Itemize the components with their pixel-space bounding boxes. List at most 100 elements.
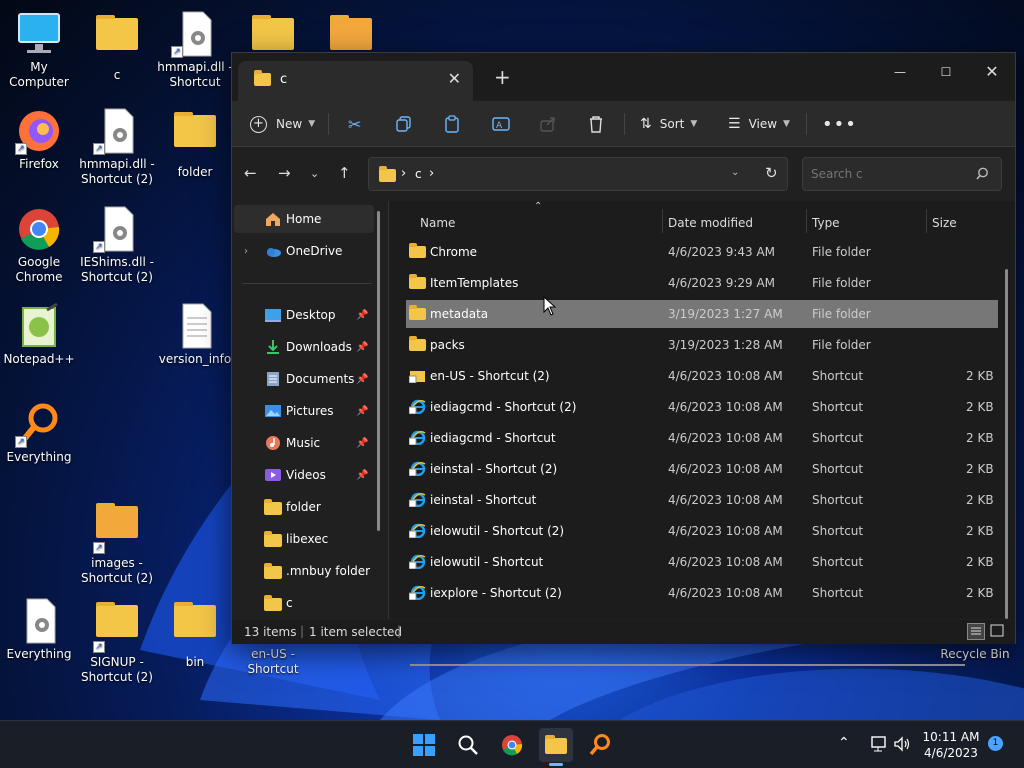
pin-icon[interactable]: 📌 — [356, 470, 368, 481]
close-tab-icon[interactable]: ✕ — [448, 69, 461, 88]
new-button[interactable]: + New ▼ — [250, 111, 315, 137]
up-button[interactable]: ↑ — [338, 164, 351, 182]
recent-locations-button[interactable]: ⌄ — [310, 167, 319, 180]
desktop-icon-ieshims-shortcut[interactable]: ↗ IEShims.dll - Shortcut (2) — [78, 205, 156, 285]
pin-icon[interactable]: 📌 — [356, 438, 368, 449]
nav-item-libexec[interactable]: libexec — [234, 525, 374, 553]
table-row[interactable]: packs 3/19/2023 1:28 AM File folder — [406, 331, 998, 359]
column-divider[interactable] — [662, 209, 663, 233]
cut-button[interactable]: ✂ — [348, 111, 361, 137]
nav-item-videos[interactable]: Videos 📌 — [234, 461, 374, 489]
show-hidden-icons-button[interactable]: ⌃ — [838, 735, 850, 751]
close-window-button[interactable]: ✕ — [969, 57, 1015, 87]
pin-icon[interactable]: 📌 — [356, 310, 368, 321]
nav-item-folder[interactable]: folder — [234, 493, 374, 521]
nav-scrollbar[interactable] — [377, 211, 380, 531]
taskbar-file-explorer-button[interactable] — [539, 728, 573, 766]
table-row[interactable]: Chrome 4/6/2023 9:43 AM File folder — [406, 238, 998, 266]
table-row[interactable]: ieinstal - Shortcut (2) 4/6/2023 10:08 AM… — [406, 455, 998, 483]
nav-item-pictures[interactable]: Pictures 📌 — [234, 397, 374, 425]
taskbar-everything-button[interactable] — [583, 728, 617, 762]
table-row[interactable]: iediagcmd - Shortcut 4/6/2023 10:08 AM Sho… — [406, 424, 998, 452]
horizontal-scrollbar[interactable] — [410, 664, 965, 666]
desktop-icon-chrome[interactable]: Google Chrome — [0, 205, 78, 285]
minimize-button[interactable]: — — [877, 57, 923, 87]
share-button[interactable] — [540, 111, 556, 137]
table-row[interactable]: ItemTemplates 4/6/2023 9:29 AM File folder — [406, 269, 998, 297]
column-divider[interactable] — [926, 209, 927, 233]
column-header-name[interactable]: Name — [420, 209, 660, 237]
desktop-icon-bin[interactable]: bin — [156, 597, 234, 670]
tab-c[interactable]: c ✕ — [238, 61, 473, 101]
tiles-view-button[interactable] — [989, 623, 1007, 640]
forward-button[interactable]: → — [278, 164, 291, 182]
table-row[interactable]: iexplore - Shortcut (2) 4/6/2023 10:08 AM… — [406, 579, 998, 607]
more-options-button[interactable]: ••• — [822, 111, 857, 137]
table-row[interactable]: ieinstal - Shortcut 4/6/2023 10:08 AM Shor… — [406, 486, 998, 514]
column-header-size[interactable]: Size — [932, 209, 992, 237]
breadcrumb-item[interactable]: c — [415, 167, 422, 181]
system-clock[interactable]: 10:11 AM 4/6/2023 — [915, 729, 987, 761]
pane-divider[interactable] — [388, 201, 389, 619]
taskbar-chrome-button[interactable] — [495, 728, 529, 762]
search-input[interactable] — [802, 157, 1002, 191]
nav-label: OneDrive — [286, 244, 343, 258]
column-header-type[interactable]: Type — [812, 209, 922, 237]
nav-item-documents[interactable]: Documents 📌 — [234, 365, 374, 393]
nav-item-desktop[interactable]: Desktop 📌 — [234, 301, 374, 329]
paste-button[interactable] — [444, 111, 460, 137]
desktop-icon-c[interactable]: c — [78, 10, 156, 83]
desktop-icon-version-info[interactable]: version_info — [156, 302, 234, 367]
new-tab-button[interactable]: + — [494, 65, 511, 89]
vertical-scrollbar[interactable] — [1005, 269, 1008, 619]
address-bar[interactable]: › c › ⌄ ↻ — [368, 157, 788, 191]
column-divider[interactable] — [806, 209, 807, 233]
nav-item-music[interactable]: Music 📌 — [234, 429, 374, 457]
details-view-button[interactable] — [967, 623, 985, 640]
column-header-date[interactable]: Date modified — [668, 209, 808, 237]
pin-icon[interactable]: 📌 — [356, 406, 368, 417]
copy-button[interactable] — [396, 111, 412, 137]
videos-icon — [265, 469, 281, 481]
desktop-icon-firefox[interactable]: ↗ Firefox — [0, 107, 78, 172]
start-button[interactable] — [407, 728, 441, 762]
table-row[interactable]: ielowutil - Shortcut 4/6/2023 10:08 AM Sho… — [406, 548, 998, 576]
desktop-icon-notepadpp[interactable]: Notepad++ — [0, 302, 78, 367]
maximize-button[interactable]: ☐ — [923, 57, 969, 87]
nav-item-c[interactable]: c — [234, 589, 374, 617]
view-label: View — [748, 117, 778, 131]
desktop-icon-hmmapi-shortcut[interactable]: ↗ hmmapi.dll - Shortcut — [156, 10, 234, 90]
taskbar-search-button[interactable] — [451, 728, 485, 762]
table-row[interactable]: ielowutil - Shortcut (2) 4/6/2023 10:08 A… — [406, 517, 998, 545]
nav-item-mnbuy-folder[interactable]: .mnbuy folder — [234, 557, 374, 585]
pin-icon[interactable]: 📌 — [356, 342, 368, 353]
chevron-right-icon[interactable]: › — [244, 246, 248, 257]
search-icon[interactable] — [976, 167, 989, 180]
file-name: packs — [430, 338, 465, 352]
table-row[interactable]: metadata 3/19/2023 1:27 AM File folder — [406, 300, 998, 328]
notification-badge[interactable]: 1 — [988, 736, 1003, 751]
nav-label: Documents — [286, 372, 355, 386]
back-button[interactable]: ← — [244, 164, 257, 182]
desktop-icon-hmmapi-shortcut-2[interactable]: ↗ hmmapi.dll - Shortcut (2) — [78, 107, 156, 187]
nav-item-downloads[interactable]: Downloads 📌 — [234, 333, 374, 361]
desktop-icon-everything-2[interactable]: Everything — [0, 597, 78, 662]
nav-item-home[interactable]: Home — [234, 205, 374, 233]
volume-icon[interactable] — [893, 736, 911, 752]
table-row[interactable]: iediagcmd - Shortcut (2) 4/6/2023 10:08 A… — [406, 393, 998, 421]
nav-item-onedrive[interactable]: › OneDrive — [234, 237, 374, 265]
pin-icon[interactable]: 📌 — [356, 374, 368, 385]
address-dropdown-button[interactable]: ⌄ — [731, 167, 739, 178]
table-row[interactable]: en-US - Shortcut (2) 4/6/2023 10:08 AM Sho… — [406, 362, 998, 390]
delete-button[interactable] — [588, 111, 604, 137]
rename-button[interactable]: A — [492, 111, 510, 137]
view-button[interactable]: ☰ View ▼ — [728, 111, 790, 137]
desktop-icon-folder[interactable]: folder — [156, 107, 234, 180]
refresh-button[interactable]: ↻ — [765, 164, 778, 182]
desktop-icon-images-shortcut[interactable]: ↗ images - Shortcut (2) — [78, 498, 156, 586]
network-icon[interactable] — [869, 736, 887, 752]
desktop-icon-signup-shortcut[interactable]: ↗ SIGNUP - Shortcut (2) — [78, 597, 156, 685]
desktop-icon-everything[interactable]: ↗ Everything — [0, 400, 78, 465]
sort-button[interactable]: ⇅ Sort ▼ — [640, 111, 697, 137]
desktop-icon-my-computer[interactable]: My Computer — [0, 10, 78, 90]
